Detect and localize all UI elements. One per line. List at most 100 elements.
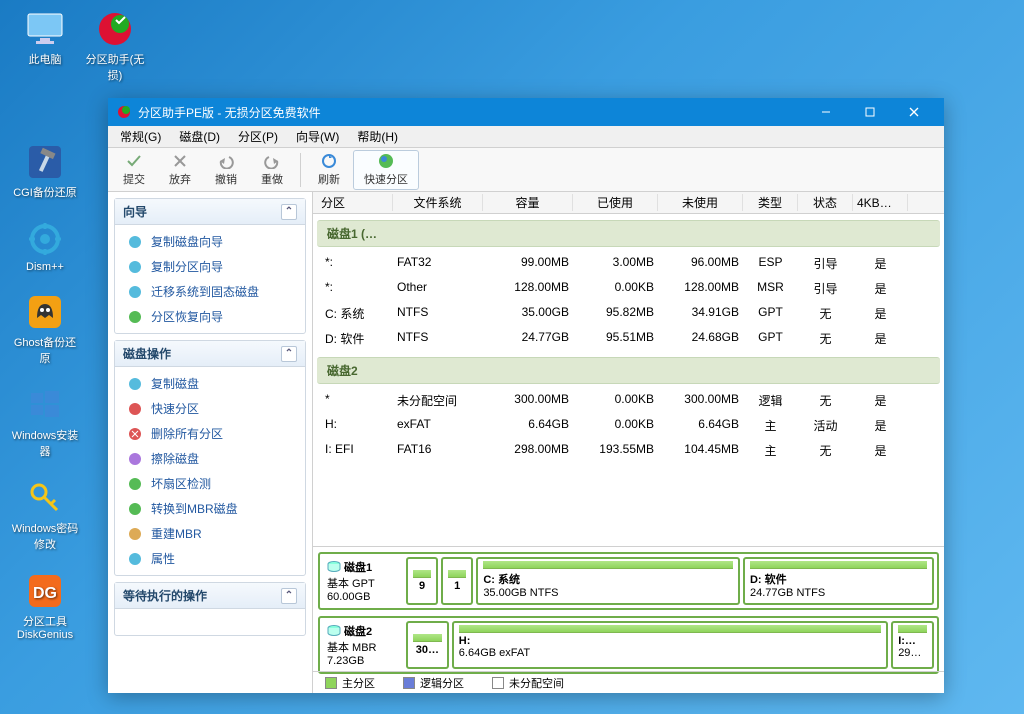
op-copy-disk[interactable]: 复制磁盘	[117, 371, 303, 396]
svg-text:DG: DG	[33, 585, 57, 602]
table-cell: H:	[313, 417, 393, 434]
copy-icon	[127, 376, 143, 392]
content-area: 向导 ⌃ 复制磁盘向导 复制分区向导 迁移系统到固态磁盘 分区恢复向导 磁盘操作…	[108, 192, 944, 693]
wizard-recover[interactable]: 分区恢复向导	[117, 304, 303, 329]
partition-block[interactable]: H:6.64GB exFAT	[452, 621, 888, 669]
partition-block[interactable]: 9	[406, 557, 438, 605]
desktop-icon-cgi[interactable]: CGI备份还原	[10, 143, 80, 200]
titlebar[interactable]: 分区助手PE版 - 无损分区免费软件	[108, 98, 944, 126]
partition-block[interactable]: 30…	[406, 621, 449, 669]
disk-map: 磁盘1基本 GPT60.00GB91C: 系统35.00GB NTFSD: 软件…	[313, 546, 944, 671]
col-status[interactable]: 状态	[798, 194, 853, 211]
disk-map-row[interactable]: 磁盘2基本 MBR7.23GB30…H:6.64GB exFATI:…29…	[318, 616, 939, 674]
minimize-button[interactable]	[804, 98, 848, 126]
partition-block[interactable]: D: 软件24.77GB NTFS	[743, 557, 934, 605]
table-cell: NTFS	[393, 305, 483, 322]
table-cell: 193.55MB	[573, 442, 658, 459]
disk-group-header[interactable]: 磁盘2	[317, 357, 940, 384]
op-convert-mbr[interactable]: 转换到MBR磁盘	[117, 496, 303, 521]
collapse-icon[interactable]: ⌃	[281, 588, 297, 604]
op-quick-partition[interactable]: 快速分区	[117, 396, 303, 421]
desktop-icon-partition[interactable]: 分区助手(无损)	[80, 10, 150, 83]
table-cell: FAT16	[393, 442, 483, 459]
col-fs[interactable]: 文件系统	[393, 194, 483, 211]
desktop-icon-winpass[interactable]: Windows密码修改	[10, 479, 80, 552]
menu-disk[interactable]: 磁盘(D)	[171, 126, 228, 147]
table-cell: *:	[313, 280, 393, 297]
table-cell: 是	[853, 255, 908, 272]
close-button[interactable]	[892, 98, 936, 126]
partition-block[interactable]: I:…29…	[891, 621, 934, 669]
table-cell: 96.00MB	[658, 255, 743, 272]
grid-header: 分区 文件系统 容量 已使用 未使用 类型 状态 4KB对齐	[313, 192, 944, 214]
table-cell: 300.00MB	[658, 392, 743, 409]
table-cell: 0.00KB	[573, 280, 658, 297]
table-row[interactable]: C: 系统NTFS35.00GB95.82MB34.91GBGPT无是	[313, 301, 944, 326]
desktop-icon-diskgenius[interactable]: DG 分区工具DiskGenius	[10, 572, 80, 641]
table-row[interactable]: *:FAT3299.00MB3.00MB96.00MBESP引导是	[313, 251, 944, 276]
props-icon	[127, 551, 143, 567]
toolbar-discard[interactable]: 放弃	[158, 150, 202, 190]
toolbar-refresh[interactable]: 刷新	[307, 150, 351, 190]
collapse-icon[interactable]: ⌃	[281, 346, 297, 362]
panel-header-diskops[interactable]: 磁盘操作 ⌃	[115, 341, 305, 367]
maximize-button[interactable]	[848, 98, 892, 126]
toolbar-commit[interactable]: 提交	[112, 150, 156, 190]
desktop-icon-dism[interactable]: Dism++	[10, 220, 80, 273]
table-row[interactable]: *未分配空间300.00MB0.00KB300.00MB逻辑无是	[313, 388, 944, 413]
table-cell: 是	[853, 392, 908, 409]
panel-body: 复制磁盘向导 复制分区向导 迁移系统到固态磁盘 分区恢复向导	[115, 225, 305, 333]
desktop-icon-this-pc[interactable]: 此电脑	[10, 10, 80, 67]
partition-block[interactable]: C: 系统35.00GB NTFS	[476, 557, 740, 605]
op-surface-test[interactable]: 坏扇区检测	[117, 471, 303, 496]
toolbar-undo[interactable]: 撤销	[204, 150, 248, 190]
panel-header-wizard[interactable]: 向导 ⌃	[115, 199, 305, 225]
desktop-icon-label: Dism++	[26, 261, 64, 273]
disk-copy-icon	[127, 234, 143, 250]
partition-block[interactable]: 1	[441, 557, 473, 605]
op-rebuild-mbr[interactable]: 重建MBR	[117, 521, 303, 546]
panel-body: 复制磁盘 快速分区 删除所有分区 擦除磁盘 坏扇区检测 转换到MBR磁盘 重建M…	[115, 367, 305, 575]
wizard-copy-disk[interactable]: 复制磁盘向导	[117, 229, 303, 254]
toolbar-quick-partition[interactable]: 快速分区	[353, 150, 419, 190]
col-type[interactable]: 类型	[743, 194, 798, 211]
collapse-icon[interactable]: ⌃	[281, 204, 297, 220]
table-cell: 是	[853, 330, 908, 347]
wizard-migrate-ssd[interactable]: 迁移系统到固态磁盘	[117, 279, 303, 304]
desktop-icon-ghost[interactable]: Ghost备份还原	[10, 293, 80, 366]
legend-swatch-logical	[403, 677, 415, 689]
col-free[interactable]: 未使用	[658, 194, 743, 211]
menu-general[interactable]: 常规(G)	[112, 126, 169, 147]
table-row[interactable]: I: EFIFAT16298.00MB193.55MB104.45MB主无是	[313, 438, 944, 463]
convert-icon	[127, 501, 143, 517]
menu-wizard[interactable]: 向导(W)	[288, 126, 347, 147]
legend-unalloc: 未分配空间	[492, 675, 564, 691]
table-cell: 是	[853, 305, 908, 322]
toolbar-redo[interactable]: 重做	[250, 150, 294, 190]
grid-body[interactable]: 磁盘1 (…*:FAT3299.00MB3.00MB96.00MBESP引导是*…	[313, 214, 944, 546]
menu-help[interactable]: 帮助(H)	[349, 126, 406, 147]
col-partition[interactable]: 分区	[313, 194, 393, 211]
wizard-copy-partition[interactable]: 复制分区向导	[117, 254, 303, 279]
table-cell: C: 系统	[313, 305, 393, 322]
menu-partition[interactable]: 分区(P)	[230, 126, 286, 147]
op-delete-all[interactable]: 删除所有分区	[117, 421, 303, 446]
col-used[interactable]: 已使用	[573, 194, 658, 211]
table-cell: NTFS	[393, 330, 483, 347]
disk-group-header[interactable]: 磁盘1 (…	[317, 220, 940, 247]
table-row[interactable]: D: 软件NTFS24.77GB95.51MB24.68GBGPT无是	[313, 326, 944, 351]
col-4kb[interactable]: 4KB对齐	[853, 194, 908, 211]
col-capacity[interactable]: 容量	[483, 194, 573, 211]
op-properties[interactable]: 属性	[117, 546, 303, 571]
app-icon	[116, 104, 132, 120]
gear-icon	[25, 220, 65, 258]
ssd-icon	[127, 284, 143, 300]
panel-header-pending[interactable]: 等待执行的操作 ⌃	[115, 583, 305, 609]
table-row[interactable]: H:exFAT6.64GB0.00KB6.64GB主活动是	[313, 413, 944, 438]
test-icon	[127, 476, 143, 492]
op-wipe[interactable]: 擦除磁盘	[117, 446, 303, 471]
disk-map-row[interactable]: 磁盘1基本 GPT60.00GB91C: 系统35.00GB NTFSD: 软件…	[318, 552, 939, 610]
table-cell: 无	[798, 330, 853, 347]
desktop-icon-wininstall[interactable]: Windows安装器	[10, 386, 80, 459]
table-row[interactable]: *:Other128.00MB0.00KB128.00MBMSR引导是	[313, 276, 944, 301]
